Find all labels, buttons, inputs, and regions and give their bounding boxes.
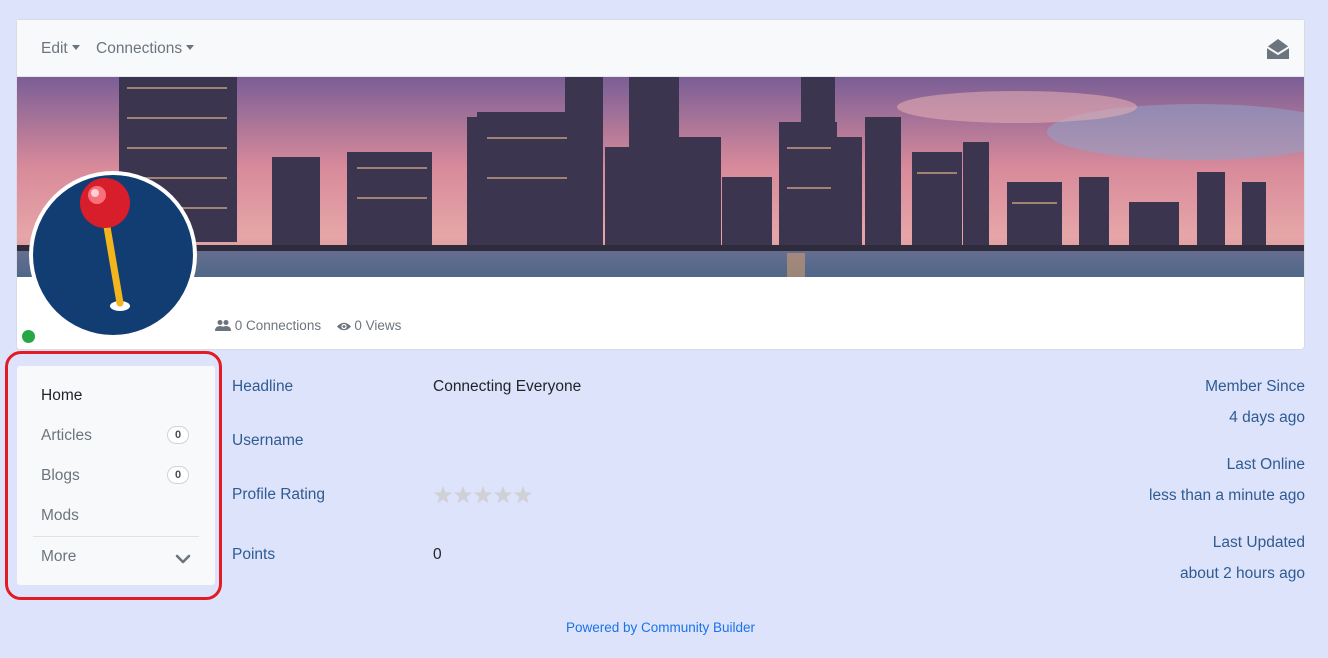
profile-sidebar-nav: Home Articles 0 Blogs 0 Mods More bbox=[17, 366, 215, 585]
member-since-value: 4 days ago bbox=[1229, 409, 1305, 426]
avatar[interactable] bbox=[29, 171, 197, 339]
star-icon[interactable] bbox=[473, 486, 493, 504]
connections-menu-label: Connections bbox=[96, 40, 183, 57]
headline-label: Headline bbox=[232, 378, 294, 395]
connections-menu[interactable]: Connections bbox=[96, 40, 195, 58]
cover-photo bbox=[17, 77, 1304, 277]
envelope-open-icon[interactable] bbox=[1266, 38, 1290, 60]
profile-stats: 0 Connections 0 Views bbox=[215, 318, 401, 333]
edit-menu[interactable]: Edit bbox=[41, 40, 80, 58]
sidebar-item-label: Articles bbox=[41, 427, 92, 444]
last-online-value: less than a minute ago bbox=[1149, 487, 1305, 504]
edit-menu-label: Edit bbox=[41, 40, 68, 57]
sidebar-item-home[interactable]: Home bbox=[41, 387, 82, 411]
powered-by-link[interactable]: Powered by Community Builder bbox=[0, 620, 1321, 635]
map-pin-icon bbox=[80, 178, 130, 311]
views-count: 0 Views bbox=[354, 318, 402, 333]
sidebar-divider bbox=[33, 536, 199, 537]
points-label: Points bbox=[232, 546, 276, 563]
profile-toolbar: Edit Connections bbox=[17, 20, 1304, 77]
points-value: 0 bbox=[433, 546, 442, 563]
sidebar-item-label: Home bbox=[41, 387, 83, 404]
last-online-label: Last Online bbox=[1226, 456, 1305, 473]
profile-header-card: Edit Connections 0 Connections 0 Views bbox=[16, 19, 1305, 350]
star-icon[interactable] bbox=[433, 486, 453, 504]
articles-count-badge: 0 bbox=[167, 426, 189, 444]
last-updated-value: about 2 hours ago bbox=[1180, 565, 1305, 582]
last-updated-label: Last Updated bbox=[1212, 534, 1305, 551]
sidebar-item-label: Blogs bbox=[41, 467, 80, 484]
blogs-count-badge: 0 bbox=[167, 466, 189, 484]
star-icon[interactable] bbox=[493, 486, 513, 504]
profile-rating-stars[interactable] bbox=[433, 485, 533, 509]
caret-down-icon bbox=[71, 45, 80, 50]
chevron-down-icon[interactable] bbox=[175, 553, 191, 565]
sidebar-more-toggle[interactable]: More bbox=[41, 548, 76, 572]
caret-down-icon bbox=[186, 45, 195, 50]
star-icon[interactable] bbox=[513, 486, 533, 504]
avatar-image bbox=[33, 175, 193, 335]
username-label: Username bbox=[232, 432, 304, 449]
sidebar-more-label: More bbox=[41, 548, 77, 565]
users-icon bbox=[215, 320, 231, 331]
member-since-label: Member Since bbox=[1205, 378, 1305, 395]
eye-icon bbox=[336, 322, 351, 331]
sidebar-item-mods[interactable]: Mods bbox=[41, 507, 79, 531]
headline-value: Connecting Everyone bbox=[433, 378, 582, 395]
star-icon[interactable] bbox=[453, 486, 473, 504]
connections-count: 0 Connections bbox=[234, 318, 322, 333]
online-status-indicator bbox=[22, 330, 35, 343]
sidebar-item-label: Mods bbox=[41, 507, 79, 524]
profile-rating-label: Profile Rating bbox=[232, 486, 326, 503]
